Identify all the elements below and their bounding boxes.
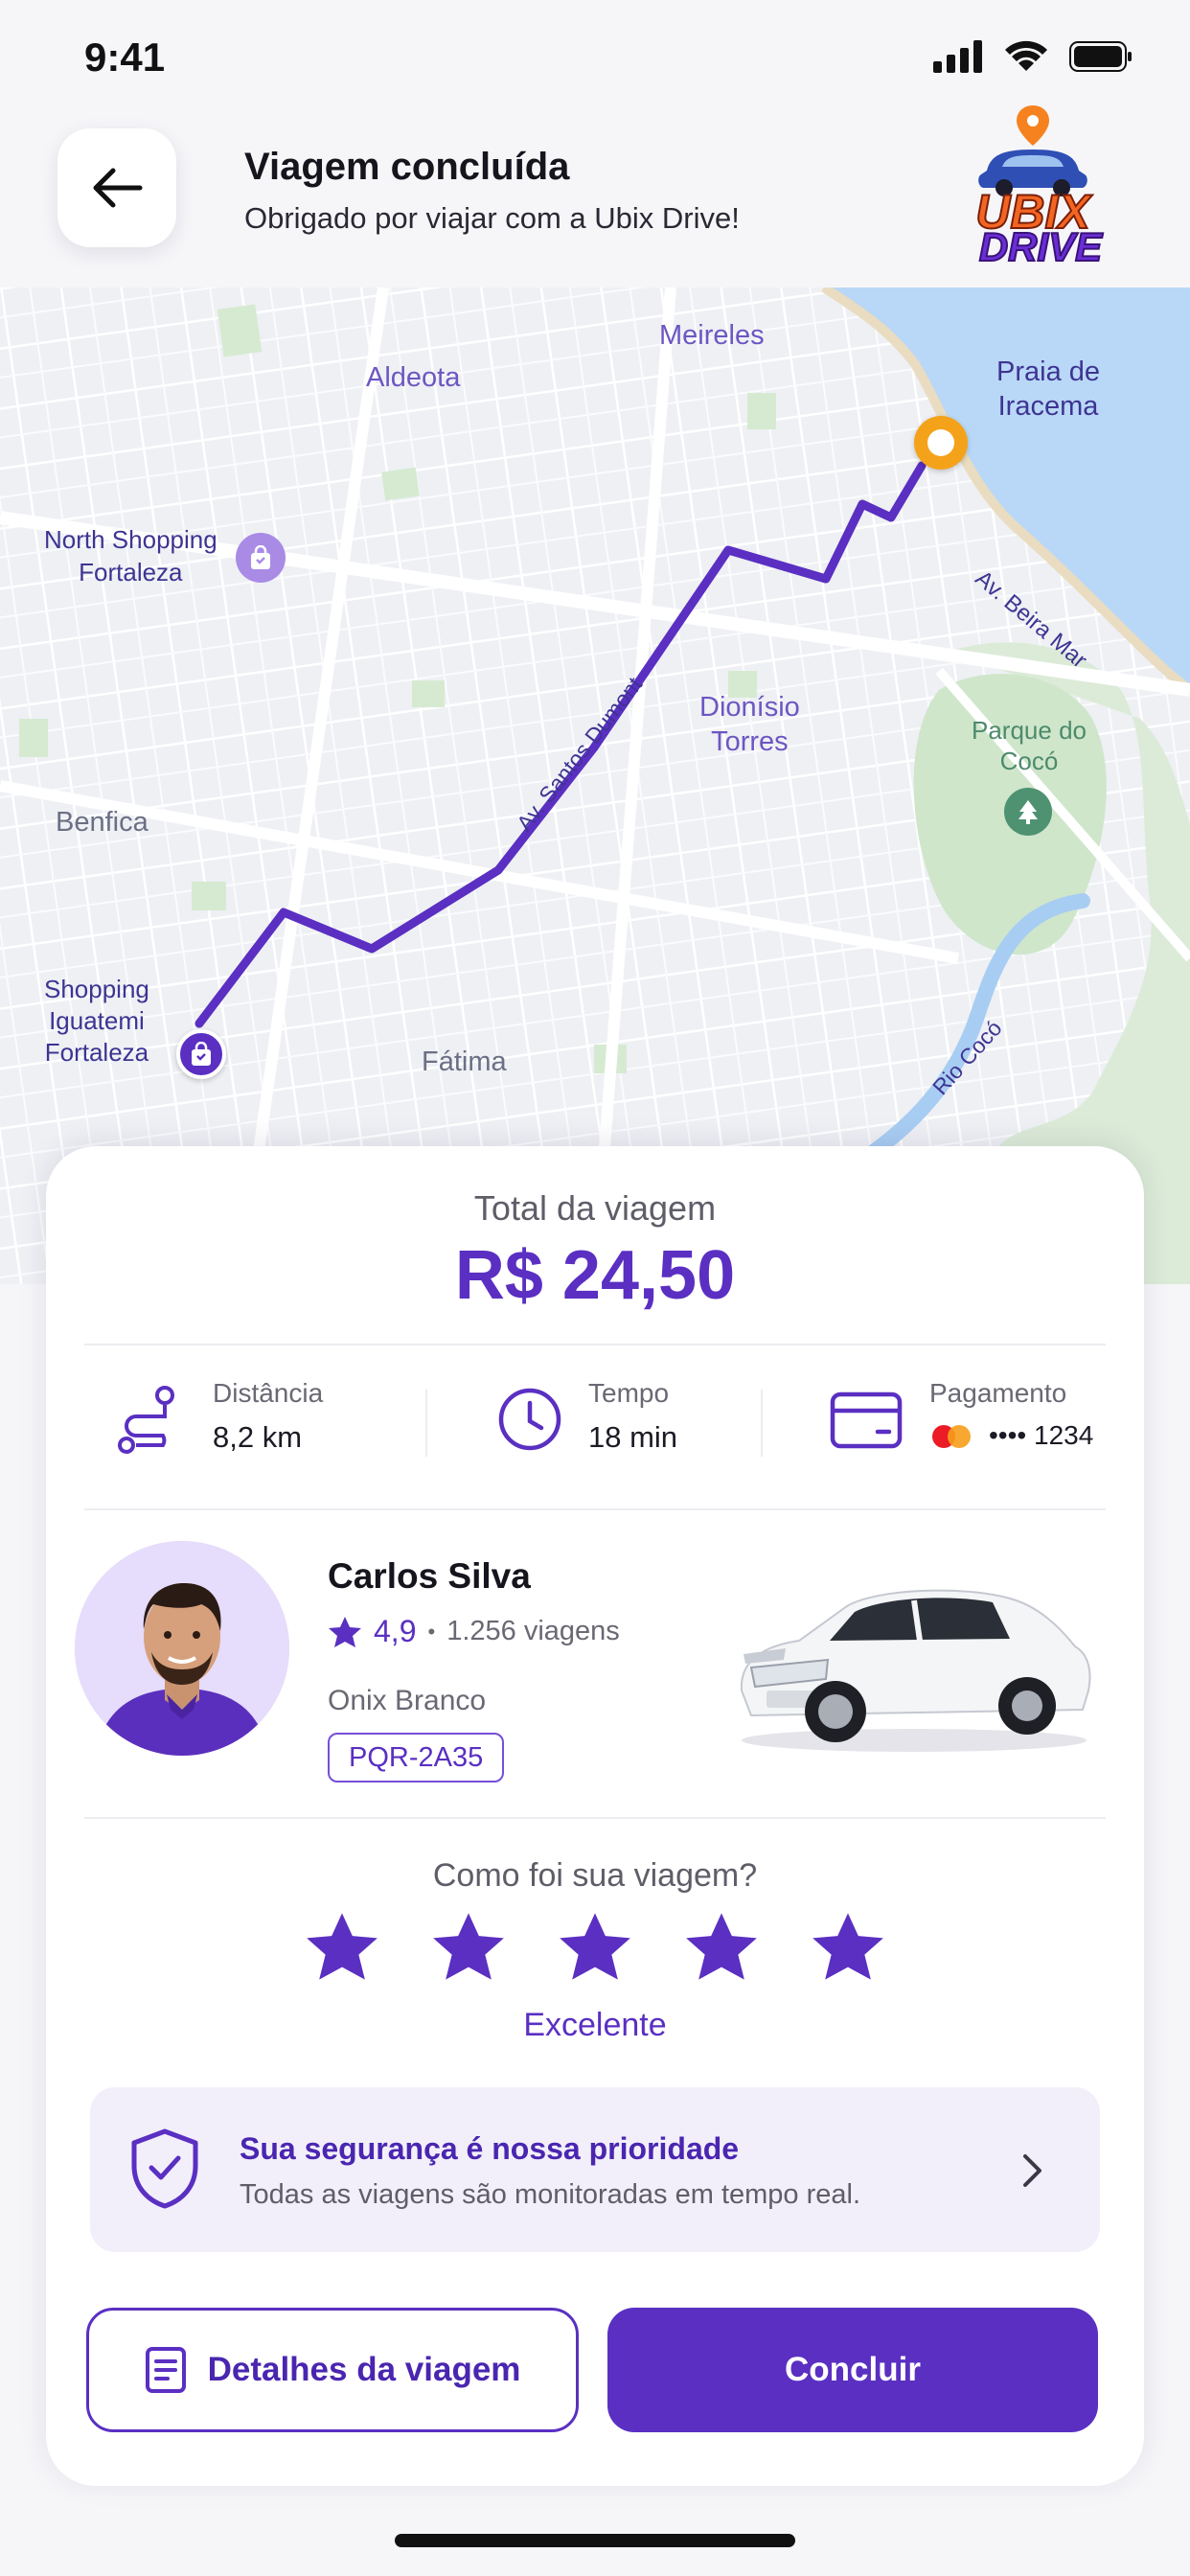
map-label-parque: Parque do Cocó bbox=[972, 716, 1087, 775]
credit-card-icon bbox=[830, 1392, 903, 1449]
trip-count: 1.256 viagens bbox=[446, 1616, 620, 1646]
star-icon bbox=[329, 1616, 361, 1647]
back-button[interactable] bbox=[57, 128, 176, 247]
tree-icon bbox=[1018, 800, 1038, 824]
safety-title: Sua segurança é nossa prioridade bbox=[240, 2131, 740, 2166]
route-map[interactable]: Meireles Aldeota Praia de Iracema North … bbox=[0, 288, 1190, 1284]
origin-marker[interactable] bbox=[176, 1029, 226, 1079]
ubix-drive-logo: UBIX DRIVE bbox=[974, 105, 1105, 264]
home-indicator[interactable] bbox=[395, 2534, 795, 2547]
clock-icon bbox=[498, 1388, 561, 1451]
driver-name: Carlos Silva bbox=[328, 1556, 531, 1596]
north-shopping-marker[interactable] bbox=[236, 533, 286, 583]
car-model: Onix Branco bbox=[328, 1685, 487, 1716]
wifi-icon bbox=[1005, 40, 1047, 71]
park-marker[interactable] bbox=[1004, 788, 1052, 836]
shopping-bag-icon bbox=[192, 1042, 211, 1066]
safety-banner[interactable]: Sua segurança é nossa prioridade Todas a… bbox=[90, 2087, 1100, 2252]
trip-details-label: Detalhes da viagem bbox=[207, 2351, 521, 2388]
star-4-icon[interactable] bbox=[684, 1909, 759, 1984]
driver-photo bbox=[75, 1541, 289, 1756]
map-label-aldeota: Aldeota bbox=[366, 362, 461, 393]
arrow-left-icon bbox=[93, 168, 143, 208]
chevron-right-icon bbox=[1023, 2154, 1041, 2187]
document-icon bbox=[145, 2347, 186, 2393]
finish-label: Concluir bbox=[785, 2351, 921, 2388]
payment-value: •••• 1234 bbox=[989, 1420, 1094, 1450]
driver-rating: 4,9 • 1.256 viagens bbox=[328, 1614, 620, 1649]
shopping-bag-icon bbox=[251, 545, 270, 569]
destination-marker[interactable] bbox=[914, 416, 968, 470]
car-image bbox=[740, 1589, 1091, 1752]
map-label-fatima: Fátima bbox=[422, 1046, 507, 1077]
rating-word: Excelente bbox=[523, 2007, 667, 2043]
signal-icon bbox=[933, 40, 982, 73]
star-rating[interactable] bbox=[305, 1909, 899, 1986]
status-time: 9:41 bbox=[84, 34, 166, 80]
star-5-icon[interactable] bbox=[811, 1909, 885, 1984]
distance-stat: Distância 8,2 km bbox=[117, 1376, 385, 1472]
total-value: R$ 24,50 bbox=[454, 1237, 736, 1314]
stat-separator bbox=[761, 1390, 763, 1457]
payment-label: Pagamento bbox=[929, 1378, 1067, 1408]
star-1-icon[interactable] bbox=[305, 1909, 379, 1984]
safety-subtitle: Todas as viagens são monitoradas em temp… bbox=[240, 2179, 861, 2210]
divider bbox=[84, 1344, 1106, 1346]
map-canvas bbox=[0, 288, 1190, 1284]
finish-button[interactable]: Concluir bbox=[607, 2308, 1098, 2432]
license-plate: PQR-2A35 bbox=[328, 1733, 505, 1782]
rating-separator: • bbox=[427, 1619, 436, 1644]
logo-line2: DRIVE bbox=[979, 224, 1104, 264]
battery-icon bbox=[1069, 41, 1132, 72]
trip-details-button[interactable]: Detalhes da viagem bbox=[86, 2308, 579, 2432]
trip-summary-card: Total da viagem R$ 24,50 Distância 8,2 k… bbox=[46, 1146, 1144, 2486]
payment-stat: Pagamento •••• 1234 bbox=[830, 1376, 1117, 1472]
mastercard-icon bbox=[932, 1425, 971, 1448]
rating-question: Como foi sua viagem? bbox=[432, 1857, 758, 1894]
route-icon bbox=[118, 1386, 174, 1454]
time-label: Tempo bbox=[588, 1378, 670, 1408]
star-3-icon[interactable] bbox=[558, 1909, 632, 1984]
time-value: 18 min bbox=[588, 1420, 678, 1454]
stat-separator bbox=[425, 1390, 427, 1457]
map-label-benfica: Benfica bbox=[56, 807, 149, 838]
distance-value: 8,2 km bbox=[213, 1420, 303, 1454]
time-stat: Tempo 18 min bbox=[496, 1376, 726, 1472]
map-label-meireles: Meireles bbox=[659, 320, 765, 351]
map-label-north-shopping: North Shopping Fortaleza bbox=[44, 525, 217, 586]
map-label-dionisio: Dionísio Torres bbox=[699, 692, 800, 757]
distance-label: Distância bbox=[213, 1378, 324, 1408]
divider bbox=[84, 1508, 1106, 1510]
map-label-praia: Praia de Iracema bbox=[996, 356, 1101, 422]
total-label: Total da viagem bbox=[473, 1188, 717, 1228]
shield-check-icon bbox=[131, 2128, 198, 2209]
divider bbox=[84, 1817, 1106, 1819]
map-label-iguatemi: Shopping Iguatemi Fortaleza bbox=[44, 975, 149, 1067]
star-2-icon[interactable] bbox=[431, 1909, 506, 1984]
page-subtitle: Obrigado por viajar com a Ubix Drive! bbox=[244, 201, 740, 235]
driver-avatar bbox=[75, 1541, 289, 1756]
rating-value: 4,9 bbox=[374, 1614, 417, 1648]
status-bar: 9:41 bbox=[0, 0, 1190, 115]
status-icons bbox=[933, 40, 1133, 73]
page-title: Viagem concluída bbox=[244, 146, 570, 188]
